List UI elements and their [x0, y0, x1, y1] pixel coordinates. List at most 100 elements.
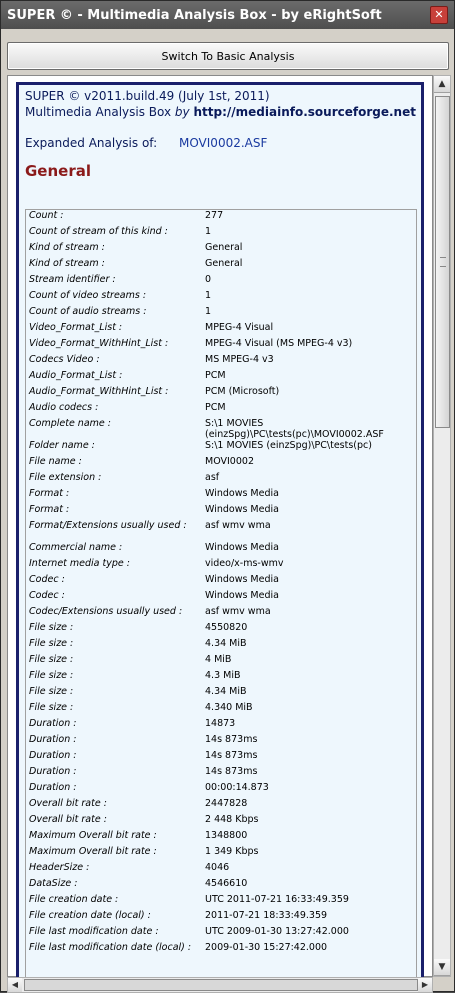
property-name: Duration : [29, 750, 77, 761]
property-name: File size : [29, 638, 74, 649]
table-row: Codecs Video : MS MPEG-4 v3 [26, 354, 416, 370]
property-value: MPEG-4 Visual (MS MPEG-4 v3) [205, 338, 353, 349]
table-row: Codec : Windows Media [26, 590, 416, 606]
property-name: HeaderSize : [29, 862, 90, 873]
property-name: Audio codecs : [29, 402, 99, 413]
property-value: General [205, 258, 243, 269]
property-value: 1 [205, 306, 212, 317]
property-value: 14s 873ms [205, 750, 258, 761]
analysis-panel: SUPER © v2011.build.49 (July 1st, 2011) … [16, 82, 424, 985]
property-value: 14s 873ms [205, 734, 258, 745]
table-row: Stream identifier : 0 [26, 274, 416, 290]
table-row: Codec : Windows Media [26, 574, 416, 590]
switch-to-basic-button[interactable]: Switch To Basic Analysis [7, 42, 449, 70]
property-name: Count : [29, 210, 64, 221]
property-value: PCM [205, 370, 226, 381]
property-value: 00:00:14.873 [205, 782, 269, 793]
property-value: 14873 [205, 718, 236, 729]
property-value: 277 [205, 210, 224, 221]
property-name: Duration : [29, 734, 77, 745]
scroll-down-icon[interactable]: ▼ [434, 959, 450, 976]
by-text: by [174, 105, 190, 119]
property-value: 2447828 [205, 798, 248, 809]
mediainfo-link[interactable]: http://mediainfo.sourceforge.net [193, 105, 415, 119]
property-value: Windows Media [205, 504, 279, 515]
property-name: Codec : [29, 590, 65, 601]
table-row: File last modification date (local) : 200… [26, 942, 416, 964]
property-value: UTC 2009-01-30 13:27:42.000 [205, 926, 349, 937]
title-bar[interactable]: SUPER © - Multimedia Analysis Box - by e… [1, 1, 454, 29]
property-name: Video_Format_List : [29, 322, 123, 333]
property-name: Video_Format_WithHint_List : [29, 338, 169, 349]
property-name: Duration : [29, 782, 77, 793]
window-title: SUPER © - Multimedia Analysis Box - by e… [7, 7, 382, 23]
expanded-label: Expanded Analysis of: [25, 136, 158, 150]
property-value: S:\1 MOVIES (einzSpg)\PC\tests(pc) [205, 440, 372, 451]
property-name: Kind of stream : [29, 258, 105, 269]
property-name: File last modification date (local) : [29, 942, 192, 953]
property-value: PCM [205, 402, 226, 413]
scroll-thumb[interactable] [435, 96, 450, 428]
property-value: 1 349 Kbps [205, 846, 259, 857]
analysis-window: SUPER © - Multimedia Analysis Box - by e… [0, 0, 455, 993]
property-value: MPEG-4 Visual [205, 322, 274, 333]
property-value: video/x-ms-wmv [205, 558, 284, 569]
property-name: Codec/Extensions usually used : [29, 606, 183, 617]
property-value: 4.340 MiB [205, 702, 253, 713]
grip-icon [440, 257, 446, 267]
table-row: Overall bit rate : 2447828 [26, 798, 416, 814]
scroll-up-icon[interactable]: ▲ [434, 76, 450, 93]
table-row: Audio_Format_List : PCM [26, 370, 416, 386]
table-row: DataSize : 4546610 [26, 878, 416, 894]
table-row: Count of video streams : 1 [26, 290, 416, 306]
property-name: File creation date : [29, 894, 119, 905]
table-row: Video_Format_WithHint_List : MPEG-4 Visua… [26, 338, 416, 354]
property-name: Count of stream of this kind : [29, 226, 168, 237]
table-row: Maximum Overall bit rate : 1348800 [26, 830, 416, 846]
property-value: 2011-07-21 18:33:49.359 [205, 910, 328, 921]
property-name: Count of audio streams : [29, 306, 147, 317]
property-name: Kind of stream : [29, 242, 105, 253]
property-name: Stream identifier : [29, 274, 116, 285]
property-name: File name : [29, 456, 82, 467]
scroll-right-icon[interactable]: ▶ [418, 978, 432, 992]
property-name: Maximum Overall bit rate : [29, 830, 157, 841]
table-row: Audio codecs : PCM [26, 402, 416, 418]
header-info: SUPER © v2011.build.49 (July 1st, 2011) … [19, 85, 421, 120]
property-name: File size : [29, 654, 74, 665]
table-row: Duration : 14s 873ms [26, 750, 416, 766]
property-value: 1348800 [205, 830, 248, 841]
property-name: Folder name : [29, 440, 95, 451]
vertical-scrollbar[interactable]: ▲ ▼ [433, 75, 451, 977]
property-value: 4.3 MiB [205, 670, 241, 681]
table-row: Duration : 14873 [26, 718, 416, 734]
property-value: Windows Media [205, 590, 279, 601]
close-icon[interactable]: ✕ [430, 6, 448, 24]
version-text: SUPER © v2011.build.49 (July 1st, 2011) [25, 89, 270, 103]
table-row: Duration : 00:00:14.873 [26, 782, 416, 798]
table-row: Kind of stream : General [26, 242, 416, 258]
property-value: UTC 2011-07-21 16:33:49.359 [205, 894, 349, 905]
property-value: Windows Media [205, 488, 279, 499]
table-row: Format : Windows Media [26, 488, 416, 504]
property-value: 14s 873ms [205, 766, 258, 777]
property-name: Maximum Overall bit rate : [29, 846, 157, 857]
hscroll-thumb[interactable] [24, 979, 418, 991]
property-value: asf wmv wma [205, 606, 271, 617]
property-value: MS MPEG-4 v3 [205, 354, 274, 365]
horizontal-scrollbar[interactable]: ◀ ▶ [7, 977, 433, 993]
property-name: File creation date (local) : [29, 910, 151, 921]
table-row: File size : 4.34 MiB [26, 686, 416, 702]
property-name: File size : [29, 622, 74, 633]
property-name: Duration : [29, 718, 77, 729]
property-value: General [205, 242, 243, 253]
table-row: File creation date (local) : 2011-07-21 1… [26, 910, 416, 926]
property-value: 4 MiB [205, 654, 232, 665]
scroll-left-icon[interactable]: ◀ [8, 978, 22, 992]
table-row: Video_Format_List : MPEG-4 Visual [26, 322, 416, 338]
table-row: Count : 277 [26, 210, 416, 226]
property-name: Format : [29, 504, 70, 515]
property-value: asf wmv wma [205, 520, 271, 531]
table-row: File name : MOVI0002 [26, 456, 416, 472]
table-row: File creation date : UTC 2011-07-21 16:33… [26, 894, 416, 910]
